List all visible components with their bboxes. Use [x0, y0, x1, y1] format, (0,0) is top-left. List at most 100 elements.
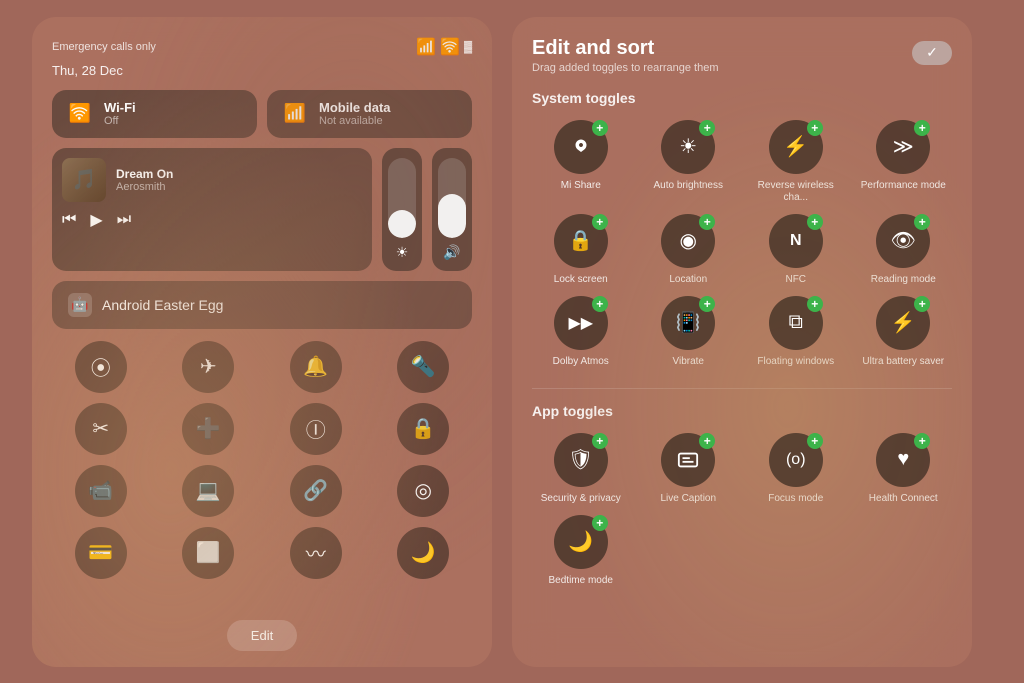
emergency-text: Emergency calls only	[52, 41, 156, 53]
vibrate-label: Vibrate	[672, 356, 704, 368]
status-bar: Emergency calls only 📶 🛜 ▓	[52, 37, 472, 57]
wifi-toggle[interactable]: 🛜 Wi-Fi Off	[52, 90, 257, 138]
battery-saver-wrapper: ⚡ +	[876, 296, 930, 350]
health-connect-add-badge: +	[914, 433, 930, 449]
lock-toggle[interactable]: 🔒	[397, 403, 449, 455]
bedtime-wrapper: 🌙 +	[554, 515, 608, 569]
focus-mode-toggle[interactable]: (o) + Focus mode	[747, 433, 845, 505]
info-toggle[interactable]: Ⓘ	[290, 403, 342, 455]
location-toggle[interactable]: ◉ + Location	[640, 214, 738, 286]
security-toggle[interactable]: 🛡 + Security & privacy	[532, 433, 630, 505]
wifi-subtitle: Off	[104, 115, 136, 127]
brightness-icon: ☀	[396, 244, 409, 261]
system-section-title: System toggles	[532, 90, 952, 106]
security-wrapper: 🛡 +	[554, 433, 608, 487]
reading-mode-toggle[interactable]: 👁 + Reading mode	[855, 214, 953, 286]
date-display: Thu, 28 Dec	[52, 63, 472, 78]
moon-toggle[interactable]: 🌙	[397, 527, 449, 579]
battery-icon: ▓	[464, 41, 472, 53]
auto-brightness-add-badge: +	[699, 120, 715, 136]
song-title: Dream On	[116, 167, 173, 181]
bedtime-add-badge: +	[592, 515, 608, 531]
next-button[interactable]: ⏭	[117, 211, 131, 229]
reverse-wireless-toggle[interactable]: ⚡ + Reverse wireless cha...	[747, 120, 845, 204]
performance-toggle[interactable]: ≫ + Performance mode	[855, 120, 953, 204]
lock-screen-toggle[interactable]: 🔒 + Lock screen	[532, 214, 630, 286]
mobile-icon: 📶	[281, 100, 309, 128]
auto-brightness-label: Auto brightness	[654, 180, 724, 192]
reverse-wireless-label: Reverse wireless cha...	[747, 180, 845, 204]
security-add-badge: +	[592, 433, 608, 449]
dolby-label: Dolby Atmos	[553, 356, 609, 368]
focus-mode-add-badge: +	[807, 433, 823, 449]
waves-toggle[interactable]: 〰	[290, 527, 342, 579]
wifi-icon: 🛜	[66, 100, 94, 128]
status-icons: 📶 🛜 ▓	[416, 37, 472, 57]
airplane-toggle[interactable]: ✈	[182, 341, 234, 393]
volume-slider[interactable]: 🔊	[432, 148, 472, 271]
album-art: 🎵	[62, 158, 106, 202]
prev-button[interactable]: ⏮	[62, 211, 76, 229]
bedtime-toggle[interactable]: 🌙 + Bedtime mode	[532, 515, 630, 587]
bluetooth-toggle[interactable]: ⦿	[75, 341, 127, 393]
health-connect-toggle[interactable]: ♥ + Health Connect	[855, 433, 953, 505]
screen-toggle[interactable]: 💻	[182, 465, 234, 517]
play-button[interactable]: ▶	[90, 210, 102, 230]
battery-saver-label: Ultra battery saver	[862, 356, 944, 368]
vibrate-add-badge: +	[699, 296, 715, 312]
wifi-status-icon: 🛜	[440, 37, 460, 57]
floating-windows-wrapper: ⧉ +	[769, 296, 823, 350]
brightness-track	[388, 158, 416, 238]
firstaid-toggle[interactable]: ➕	[182, 403, 234, 455]
brightness-fill	[388, 210, 416, 238]
mobile-text: Mobile data Not available	[319, 100, 391, 127]
android-label: Android Easter Egg	[102, 297, 223, 313]
media-card: 🎵 Dream On Aerosmith ⏮ ▶ ⏭	[52, 148, 372, 271]
check-button[interactable]: ✓	[912, 41, 952, 65]
nfc-toggle[interactable]: N + NFC	[747, 214, 845, 286]
performance-label: Performance mode	[861, 180, 946, 192]
vibrate-toggle[interactable]: 📳 + Vibrate	[640, 296, 738, 368]
icon-grid-row4: 💳 ⬜ 〰 🌙	[52, 527, 472, 579]
performance-add-badge: +	[914, 120, 930, 136]
floating-windows-toggle[interactable]: ⧉ + Floating windows	[747, 296, 845, 368]
flashlight-toggle[interactable]: 🔦	[397, 341, 449, 393]
scissors-toggle[interactable]: ✂	[75, 403, 127, 455]
icon-grid-row3: 📹 💻 🔗 ◎	[52, 465, 472, 517]
battery-saver-toggle[interactable]: ⚡ + Ultra battery saver	[855, 296, 953, 368]
card-toggle[interactable]: 💳	[75, 527, 127, 579]
mobile-data-toggle[interactable]: 📶 Mobile data Not available	[267, 90, 472, 138]
floating-windows-label: Floating windows	[757, 356, 834, 368]
auto-brightness-toggle[interactable]: ☀ + Auto brightness	[640, 120, 738, 204]
edit-button[interactable]: Edit	[227, 620, 297, 651]
floating-windows-add-badge: +	[807, 296, 823, 312]
dolby-toggle[interactable]: ▶▶ + Dolby Atmos	[532, 296, 630, 368]
video-toggle[interactable]: 📹	[75, 465, 127, 517]
live-caption-toggle[interactable]: + Live Caption	[640, 433, 738, 505]
security-label: Security & privacy	[541, 493, 621, 505]
performance-wrapper: ≫ +	[876, 120, 930, 174]
icon-grid-row2: ✂ ➕ Ⓘ 🔒	[52, 403, 472, 455]
edit-subtitle: Drag added toggles to rearrange them	[532, 62, 719, 74]
battery-saver-add-badge: +	[914, 296, 930, 312]
scan-toggle[interactable]: ⬜	[182, 527, 234, 579]
lock-screen-add-badge: +	[592, 214, 608, 230]
nfc-label: NFC	[785, 274, 806, 286]
location-add-badge: +	[699, 214, 715, 230]
dolby-add-badge: +	[592, 296, 608, 312]
reading-mode-wrapper: 👁 +	[876, 214, 930, 268]
bell-toggle[interactable]: 🔔	[290, 341, 342, 393]
edit-title-block: Edit and sort Drag added toggles to rear…	[532, 37, 719, 74]
bedtime-label: Bedtime mode	[549, 575, 613, 587]
android-easter-button[interactable]: 🤖 Android Easter Egg	[52, 281, 472, 329]
sliders-col: ☀ 🔊	[382, 148, 472, 271]
reverse-wireless-wrapper: ⚡ +	[769, 120, 823, 174]
link-toggle[interactable]: 🔗	[290, 465, 342, 517]
android-icon: 🤖	[68, 293, 92, 317]
live-caption-wrapper: +	[661, 433, 715, 487]
target-toggle[interactable]: ◎	[397, 465, 449, 517]
brightness-slider[interactable]: ☀	[382, 148, 422, 271]
mi-share-toggle[interactable]: + Mi Share	[532, 120, 630, 204]
mi-share-label: Mi Share	[561, 180, 601, 192]
mi-share-add-badge: +	[592, 120, 608, 136]
